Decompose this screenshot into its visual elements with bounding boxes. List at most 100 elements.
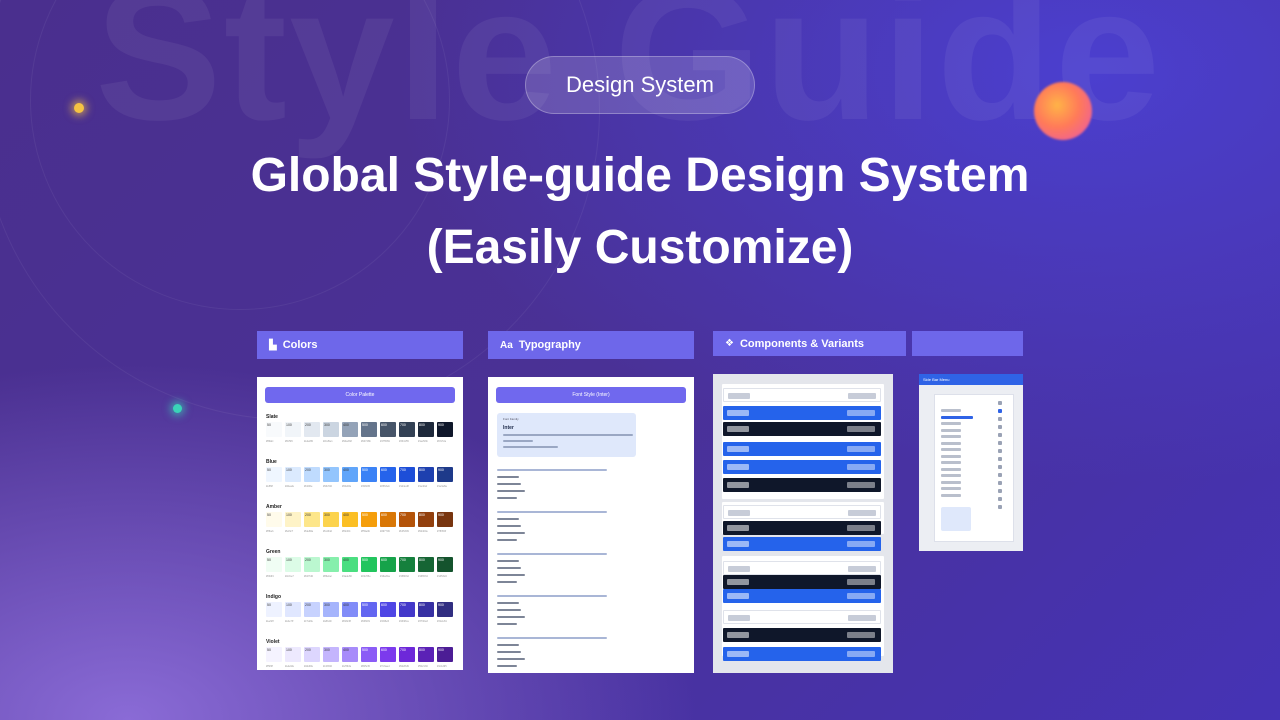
swatch-hex-label: #1e40af [418,485,428,488]
color-swatch: 300 [323,467,339,482]
swatch-hex-label: #fbbf24 [342,530,351,533]
header-variant-bar [723,406,881,420]
sidebar-menu-item [941,467,961,471]
colors-panel-label: Colors [282,339,318,351]
color-swatch: 200 [304,512,320,527]
header-variant-bar [723,647,881,661]
color-swatch: 700 [399,512,415,527]
color-swatch: 800 [418,647,434,662]
sidebar-menu-item [941,487,961,490]
color-swatch: 700 [399,602,415,617]
type-sample-line [497,567,521,569]
sidebar-rail-icon [998,417,1002,421]
typography-panel-label: Typography [518,339,581,351]
swatch-hex-label: #c4b5fd [323,665,332,668]
color-swatch: 400 [342,602,358,617]
color-swatch: 300 [323,512,339,527]
swatch-hex-label: #eef2ff [266,620,274,623]
sidebar-rail-icon [998,449,1002,453]
swatch-hex-label: #ede9fe [285,665,295,668]
sidebar-rail-icon [998,457,1002,461]
color-group-violet: Violet 50 100 200 300 400 500 600 700 800 900 #f5f3… [266,638,455,670]
sidebar-rail-icon [998,505,1002,509]
type-sample-line [497,490,525,492]
header-profile-placeholder [848,566,876,572]
font-family-label: Font Family [503,417,519,421]
color-group-name: Indigo [266,594,281,600]
typography-sheet: Font Style (Inter) Font Family Inter [488,377,694,673]
header-title-placeholder [727,651,749,657]
type-style-group [497,469,694,499]
symbols-sample-line [503,446,558,448]
sidebar-rail-icon [998,465,1002,469]
swatch-hex-label: #312e81 [437,620,447,623]
swatch-hex-label: #bbf7d0 [304,575,314,578]
sidebar-menu-item [941,415,973,419]
swatch-hex-label: #a5b4fc [323,620,332,623]
color-swatch: 50 [266,512,282,527]
type-style-group [497,511,694,541]
color-swatch: 500 [361,557,377,572]
header-variant-bar [723,610,881,624]
type-sample-line [497,602,519,604]
component-diamond-icon: ❖ [725,338,734,349]
page-headline: Global Style-guide Design System (Easily… [0,140,1280,284]
color-swatch: 600 [380,512,396,527]
sidebar-preview [934,394,1014,542]
type-sample-line [497,665,517,667]
swatch-hex-label: #6366f1 [361,620,371,623]
color-swatch: 700 [399,557,415,572]
swatch-hex-label: #bfdbfe [304,485,313,488]
header-variant-bar [723,521,881,535]
swatch-hex-label: #4ade80 [342,575,352,578]
sidebar-rail-icon [998,441,1002,445]
swatch-hex-label: #fcd34d [323,530,332,533]
swatch-hex-label: #eff6ff [266,485,273,488]
type-sample-line [497,616,525,618]
swatch-hex-label: #4f46e5 [380,620,390,623]
swatch-hex-label: #93c5fd [323,485,332,488]
type-sample-line [497,476,519,478]
palette-icon: ▙ [269,339,277,351]
header-profile-placeholder [847,632,875,638]
header-variant-bar [723,628,881,642]
color-swatch: 400 [342,422,358,437]
type-sample-line [497,658,525,660]
alphabet-sample-line [503,434,633,436]
color-swatch: 400 [342,647,358,662]
header-title-placeholder [728,393,750,399]
header-variant-bar [723,561,881,575]
color-swatch: 800 [418,467,434,482]
color-swatch: 100 [285,422,301,437]
swatch-hex-label: #16a34a [380,575,390,578]
sidebar-menu-item [941,428,961,432]
color-swatch: 100 [285,647,301,662]
type-sample-line [497,518,519,520]
swatch-hex-label: #e0e7ff [285,620,294,623]
color-swatch: 600 [380,602,396,617]
color-palette-title: Color Palette [265,387,455,403]
header-title-placeholder [728,615,750,621]
header-variant-bar [723,388,881,402]
swatch-hex-label: #475569 [380,440,390,443]
color-swatch: 50 [266,467,282,482]
components-panel-header: ❖ Components & Variants [713,331,906,356]
swatch-hex-label: #cbd5e1 [323,440,333,443]
swatch-hex-label: #94a3b8 [342,440,352,443]
color-swatch: 200 [304,467,320,482]
header-profile-placeholder [847,541,875,547]
swatch-hex-label: #60a5fa [342,485,352,488]
swatch-hex-label: #14532d [437,575,447,578]
color-group-name: Amber [266,504,282,510]
color-group-name: Blue [266,459,277,465]
color-swatch: 600 [380,467,396,482]
swatch-hex-label: #a78bfa [342,665,352,668]
color-swatch: 600 [380,422,396,437]
header-title-placeholder [727,632,749,638]
sidebar-rail-icon [998,473,1002,477]
swatch-hex-label: #166534 [418,575,428,578]
sidebar-menu-item [941,422,961,425]
color-swatch: 200 [304,557,320,572]
header-variant-bar [723,460,881,474]
type-sample-line [497,539,517,541]
